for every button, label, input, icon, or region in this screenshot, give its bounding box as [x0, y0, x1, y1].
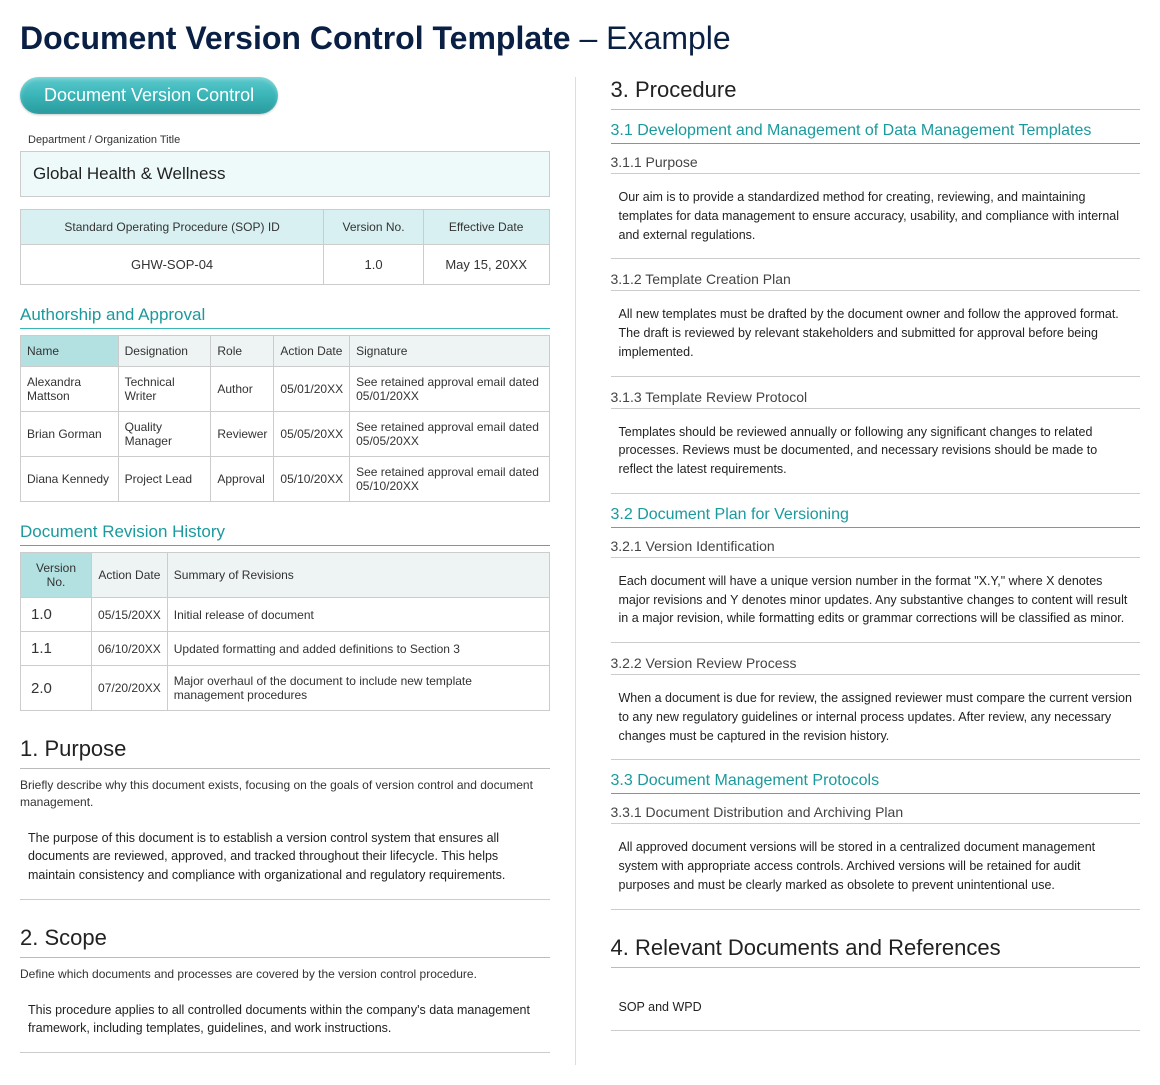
- auth-sig: See retained approval email dated 05/05/…: [350, 412, 549, 457]
- auth-sig: See retained approval email dated 05/01/…: [350, 367, 549, 412]
- rev-date: 06/10/20XX: [92, 632, 168, 666]
- table-row: Diana Kennedy Project Lead Approval 05/1…: [21, 457, 550, 502]
- section-scope-desc: Define which documents and processes are…: [20, 966, 550, 983]
- section-scope-body: This procedure applies to all controlled…: [20, 991, 550, 1054]
- p321-h: 3.2.1 Version Identification: [611, 538, 1141, 558]
- table-row: Brian Gorman Quality Manager Reviewer 05…: [21, 412, 550, 457]
- auth-name: Brian Gorman: [21, 412, 119, 457]
- p311-h: 3.1.1 Purpose: [611, 154, 1141, 174]
- rev-h-ver: Version No.: [21, 553, 92, 598]
- meta-h-ver: Version No.: [324, 210, 424, 245]
- rev-ver: 1.1: [21, 632, 92, 666]
- meta-date: May 15, 20XX: [423, 245, 549, 285]
- org-name: Global Health & Wellness: [20, 151, 550, 197]
- p322-body: When a document is due for review, the a…: [611, 679, 1141, 760]
- page-title-bold: Document Version Control Template: [20, 20, 571, 56]
- section-purpose-body: The purpose of this document is to estab…: [20, 819, 550, 900]
- p321-body: Each document will have a unique version…: [611, 562, 1141, 643]
- table-row: 1.1 06/10/20XX Updated formatting and ad…: [21, 632, 550, 666]
- auth-role: Author: [211, 367, 274, 412]
- auth-date: 05/01/20XX: [274, 367, 350, 412]
- auth-role: Approval: [211, 457, 274, 502]
- rev-h-date: Action Date: [92, 553, 168, 598]
- p331-body: All approved document versions will be s…: [611, 828, 1141, 909]
- s32-h: 3.2 Document Plan for Versioning: [611, 506, 1141, 528]
- rev-sum: Initial release of document: [167, 598, 549, 632]
- page-title: Document Version Control Template – Exam…: [20, 20, 1140, 57]
- section-purpose-h: 1. Purpose: [20, 736, 550, 769]
- rev-table: Version No. Action Date Summary of Revis…: [20, 552, 550, 711]
- auth-name: Alexandra Mattson: [21, 367, 119, 412]
- auth-h-date: Action Date: [274, 336, 350, 367]
- table-row: Alexandra Mattson Technical Writer Autho…: [21, 367, 550, 412]
- auth-role: Reviewer: [211, 412, 274, 457]
- p313-h: 3.1.3 Template Review Protocol: [611, 389, 1141, 409]
- s31-h: 3.1 Development and Management of Data M…: [611, 122, 1141, 144]
- header-pill: Document Version Control: [20, 77, 278, 114]
- section-purpose-desc: Briefly describe why this document exist…: [20, 777, 550, 811]
- auth-name: Diana Kennedy: [21, 457, 119, 502]
- table-row: 2.0 07/20/20XX Major overhaul of the doc…: [21, 666, 550, 711]
- p312-body: All new templates must be drafted by the…: [611, 295, 1141, 376]
- dept-label: Department / Organization Title: [28, 134, 550, 146]
- auth-sig: See retained approval email dated 05/10/…: [350, 457, 549, 502]
- auth-h-name: Name: [21, 336, 119, 367]
- page-title-rest: – Example: [571, 20, 731, 56]
- p311-body: Our aim is to provide a standardized met…: [611, 178, 1141, 259]
- meta-h-sop: Standard Operating Procedure (SOP) ID: [21, 210, 324, 245]
- auth-desig: Quality Manager: [118, 412, 211, 457]
- p322-h: 3.2.2 Version Review Process: [611, 655, 1141, 675]
- left-column: Document Version Control Department / Or…: [20, 77, 576, 1065]
- section-procedure-h: 3. Procedure: [611, 77, 1141, 110]
- auth-date: 05/05/20XX: [274, 412, 350, 457]
- rev-date: 05/15/20XX: [92, 598, 168, 632]
- right-column: 3. Procedure 3.1 Development and Managem…: [606, 77, 1141, 1065]
- meta-h-date: Effective Date: [423, 210, 549, 245]
- rev-title: Document Revision History: [20, 522, 550, 546]
- auth-desig: Project Lead: [118, 457, 211, 502]
- rev-ver: 1.0: [21, 598, 92, 632]
- s33-h: 3.3 Document Management Protocols: [611, 772, 1141, 794]
- table-row: 1.0 05/15/20XX Initial release of docume…: [21, 598, 550, 632]
- auth-title: Authorship and Approval: [20, 305, 550, 329]
- rev-ver: 2.0: [21, 666, 92, 711]
- rev-date: 07/20/20XX: [92, 666, 168, 711]
- section-refs-h: 4. Relevant Documents and References: [611, 935, 1141, 968]
- p331-h: 3.3.1 Document Distribution and Archivin…: [611, 804, 1141, 824]
- meta-table: Standard Operating Procedure (SOP) ID Ve…: [20, 209, 550, 285]
- rev-sum: Updated formatting and added definitions…: [167, 632, 549, 666]
- auth-desig: Technical Writer: [118, 367, 211, 412]
- rev-h-sum: Summary of Revisions: [167, 553, 549, 598]
- auth-date: 05/10/20XX: [274, 457, 350, 502]
- section-scope-h: 2. Scope: [20, 925, 550, 958]
- auth-h-sig: Signature: [350, 336, 549, 367]
- auth-h-role: Role: [211, 336, 274, 367]
- p313-body: Templates should be reviewed annually or…: [611, 413, 1141, 494]
- p312-h: 3.1.2 Template Creation Plan: [611, 271, 1141, 291]
- meta-sop: GHW-SOP-04: [21, 245, 324, 285]
- rev-sum: Major overhaul of the document to includ…: [167, 666, 549, 711]
- meta-ver: 1.0: [324, 245, 424, 285]
- section-refs-body: SOP and WPD: [611, 988, 1141, 1032]
- auth-table: Name Designation Role Action Date Signat…: [20, 335, 550, 502]
- auth-h-desig: Designation: [118, 336, 211, 367]
